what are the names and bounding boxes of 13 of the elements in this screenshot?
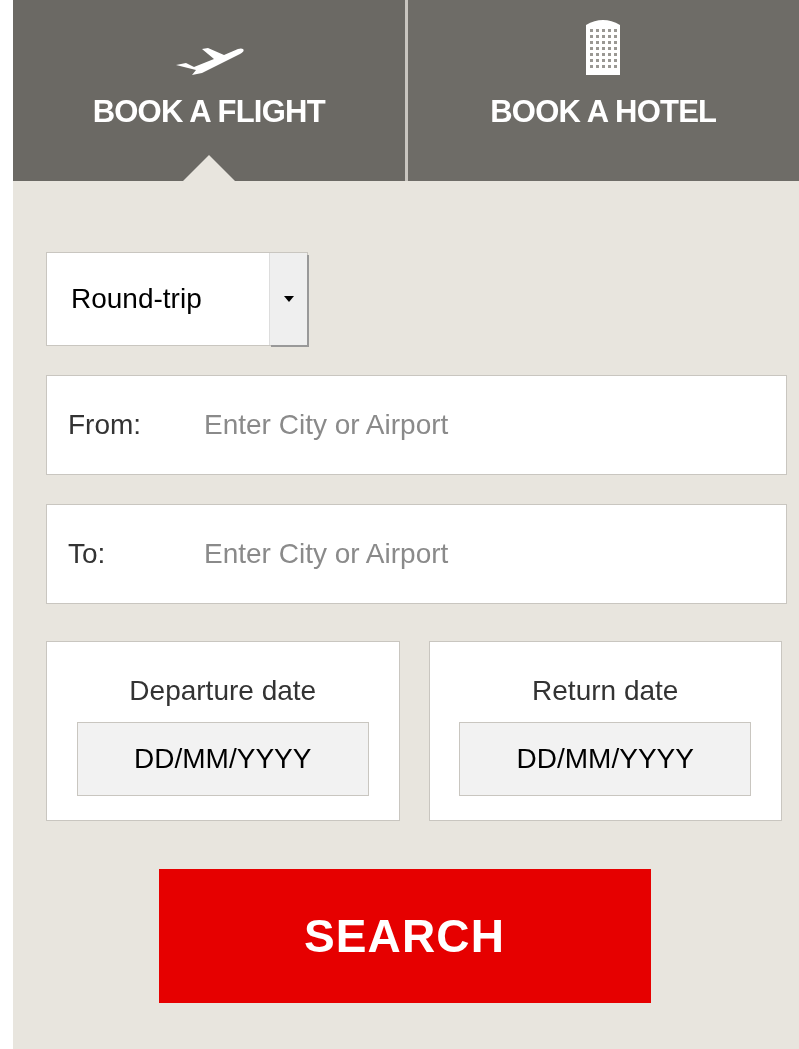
search-button[interactable]: SEARCH (158, 869, 651, 1003)
text-field[interactable]: From: Enter City or Airport (46, 375, 787, 475)
date-field[interactable]: DD/MM/YYYY (76, 722, 369, 796)
date-label: Departure date (129, 674, 317, 708)
date-field[interactable]: DD/MM/YYYY (459, 722, 752, 796)
input-field[interactable]: Enter City or Airport (204, 376, 786, 474)
field-label: To: (68, 537, 107, 571)
date-label: Return date (532, 674, 679, 708)
input-field[interactable]: Enter City or Airport (204, 505, 786, 603)
caret-icon (283, 296, 294, 302)
text-field[interactable]: To: Enter City or Airport (46, 504, 787, 604)
field-label: From: (68, 408, 143, 442)
tab-pointer (182, 155, 235, 181)
